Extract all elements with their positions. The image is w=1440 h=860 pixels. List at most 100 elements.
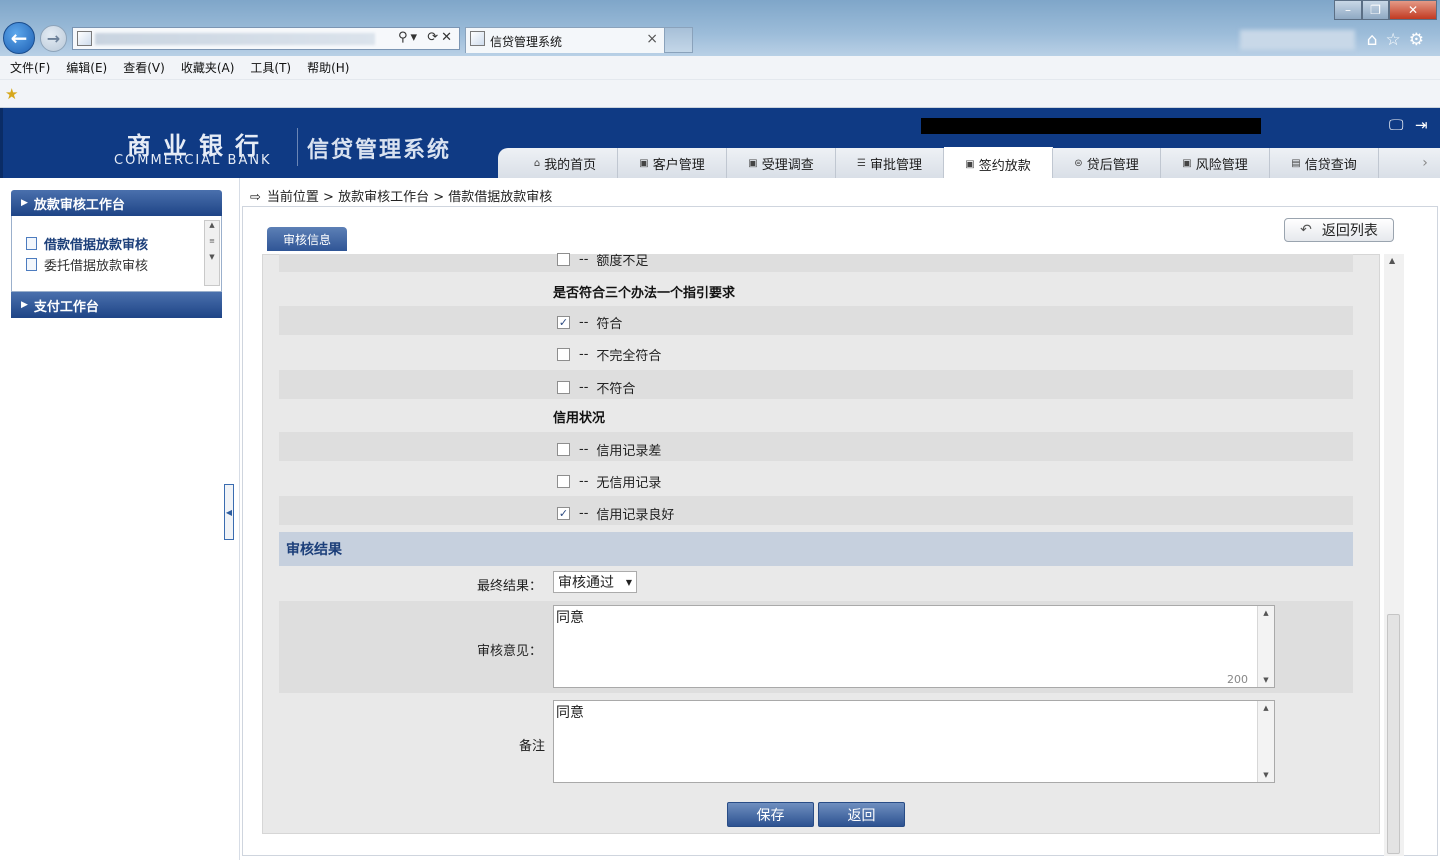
address-text-blurred — [95, 33, 375, 45]
browser-tab[interactable]: 信贷管理系统 × — [465, 27, 665, 53]
favorites-star-icon[interactable]: ★ — [5, 85, 18, 103]
monitor-icon[interactable]: 🖵 — [1389, 116, 1403, 134]
checkbox-checked[interactable]: ✓ — [557, 316, 570, 329]
sidebar-group-payment[interactable]: ▶ 支付工作台 — [11, 292, 222, 318]
option-label: 不完全符合 — [596, 349, 662, 364]
form-row — [279, 496, 1353, 525]
nav-customer[interactable]: ▣ 客户管理 — [618, 148, 727, 178]
tab-close-icon[interactable]: × — [646, 31, 658, 47]
option-partially-compliant: -- 不完全符合 — [557, 345, 661, 364]
nav-query[interactable]: ▤ 信贷查询 — [1270, 148, 1379, 178]
nav-risk[interactable]: ▣ 风险管理 — [1161, 148, 1270, 178]
triangle-right-icon: ▶ — [21, 198, 28, 208]
customer-icon: ▣ — [639, 157, 649, 169]
nav-survey[interactable]: ▣ 受理调查 — [727, 148, 836, 178]
checkbox[interactable] — [557, 381, 570, 394]
textarea-scrollbar[interactable]: ▲ ▼ — [1257, 701, 1274, 782]
char-count: 200 — [1227, 673, 1248, 686]
opinion-text: 同意 — [556, 610, 584, 626]
nav-approval[interactable]: ☰ 审批管理 — [836, 148, 944, 178]
nav-label: 风险管理 — [1195, 157, 1248, 173]
option-label: 无信用记录 — [596, 476, 662, 491]
nav-home[interactable]: ⌂ 我的首页 — [513, 148, 618, 178]
back-button[interactable]: 返回 — [818, 802, 905, 827]
address-bar[interactable]: ⚲▾ ⟳✕ — [72, 27, 460, 50]
bank-logo-en: COMMERCIAL BANK — [114, 153, 272, 168]
checkbox[interactable] — [557, 348, 570, 361]
menu-view[interactable]: 查看(V) — [123, 59, 165, 76]
nav-label: 贷后管理 — [1086, 157, 1139, 173]
page-icon — [77, 31, 92, 46]
menu-help[interactable]: 帮助(H) — [307, 59, 349, 76]
query-icon: ▤ — [1291, 157, 1301, 169]
search-box-blurred[interactable] — [1240, 30, 1355, 50]
nav-signing[interactable]: ▣ 签约放款 — [944, 147, 1053, 178]
return-list-button[interactable]: ↶ 返回列表 — [1284, 218, 1394, 242]
back-icon[interactable]: ← — [3, 22, 35, 54]
forward-icon[interactable]: → — [40, 25, 67, 52]
user-info-redacted — [921, 118, 1261, 134]
browser-menubar: 文件(F) 编辑(E) 查看(V) 收藏夹(A) 工具(T) 帮助(H) — [0, 56, 1440, 80]
close-button[interactable]: ✕ — [1389, 0, 1437, 20]
tab-audit-info[interactable]: 审核信息 — [267, 227, 347, 251]
checkbox-checked[interactable]: ✓ — [557, 507, 570, 520]
scrollbar-thumb[interactable] — [1387, 614, 1400, 854]
new-tab-button[interactable] — [665, 27, 693, 53]
remark-textarea[interactable]: 同意 ▲ ▼ — [553, 700, 1275, 783]
option-label: 信用记录差 — [596, 444, 662, 459]
return-list-label: 返回列表 — [1321, 223, 1378, 239]
nav-postloan[interactable]: ⊜ 贷后管理 — [1053, 148, 1161, 178]
sidebar-scrollbar[interactable]: ▲ ≡ ▼ — [204, 220, 220, 286]
form-row — [279, 306, 1353, 335]
sidebar-group-loan-audit[interactable]: ▶ 放款审核工作台 — [11, 190, 222, 216]
maximize-button[interactable]: ❐ — [1362, 0, 1389, 20]
triangle-right-icon: ▶ — [21, 300, 28, 310]
home-icon: ⌂ — [533, 157, 541, 169]
menu-favorites[interactable]: 收藏夹(A) — [181, 59, 235, 76]
checkbox[interactable] — [557, 252, 570, 266]
opinion-label: 审核意见： — [476, 644, 542, 659]
nav-next-icon[interactable]: › — [1407, 148, 1440, 178]
option-good-credit: ✓ -- 信用记录良好 — [557, 504, 674, 523]
page-scrollbar[interactable]: ▲ — [1384, 254, 1404, 856]
minimize-button[interactable]: – — [1334, 0, 1362, 20]
location-icon: ⇨ — [250, 190, 261, 205]
window-controls: – ❐ ✕ — [1334, 0, 1437, 20]
dash: -- — [579, 474, 589, 489]
select-value: 审核通过 — [558, 575, 614, 591]
result-section-heading: 审核结果 — [279, 532, 1353, 566]
survey-icon: ▣ — [748, 157, 758, 169]
sidebar-collapse-handle[interactable]: ◀ — [224, 484, 234, 540]
dropdown-arrow-icon: ▼ — [625, 577, 632, 587]
option-compliant: ✓ -- 符合 — [557, 313, 622, 332]
nav-label: 我的首页 — [544, 157, 597, 173]
dash: -- — [579, 442, 589, 457]
breadcrumb: ⇨ 当前位置 > 放款审核工作台 > 借款借据放款审核 — [250, 186, 552, 205]
form-row — [279, 432, 1353, 461]
checkbox[interactable] — [557, 475, 570, 488]
sidebar-group-label: 放款审核工作台 — [33, 197, 125, 213]
final-result-select[interactable]: 审核通过 ▼ — [553, 571, 637, 593]
address-action-icons[interactable]: ⚲▾ ⟳✕ — [398, 30, 455, 45]
dash: -- — [579, 506, 589, 521]
menu-file[interactable]: 文件(F) — [10, 59, 50, 76]
sidebar-item-loan-note-audit[interactable]: 借款借据放款审核 — [26, 234, 148, 253]
menu-edit[interactable]: 编辑(E) — [66, 59, 107, 76]
option-quota-insufficient: -- 额度不足 — [557, 252, 648, 266]
menu-tools[interactable]: 工具(T) — [250, 59, 291, 76]
scroll-up-icon[interactable]: ▲ — [1389, 256, 1395, 265]
logout-icon[interactable]: ⇥ — [1415, 116, 1428, 134]
save-button[interactable]: 保存 — [727, 802, 814, 827]
nav-label: 审批管理 — [869, 157, 922, 173]
option-poor-credit: -- 信用记录差 — [557, 440, 661, 459]
sidebar-item-entrusted-note-audit[interactable]: 委托借据放款审核 — [26, 255, 148, 274]
dash: -- — [579, 315, 589, 330]
risk-icon: ▣ — [1182, 157, 1192, 169]
dash: -- — [579, 347, 589, 362]
breadcrumb-text: 当前位置 > 放款审核工作台 > 借款借据放款审核 — [266, 190, 553, 205]
textarea-scrollbar[interactable]: ▲ ▼ — [1257, 606, 1274, 687]
option-label: 符合 — [596, 317, 623, 332]
toolbar-icons[interactable]: ⌂☆⚙ — [1367, 30, 1432, 50]
checkbox[interactable] — [557, 443, 570, 456]
opinion-textarea[interactable]: 同意 200 ▲ ▼ — [553, 605, 1275, 688]
